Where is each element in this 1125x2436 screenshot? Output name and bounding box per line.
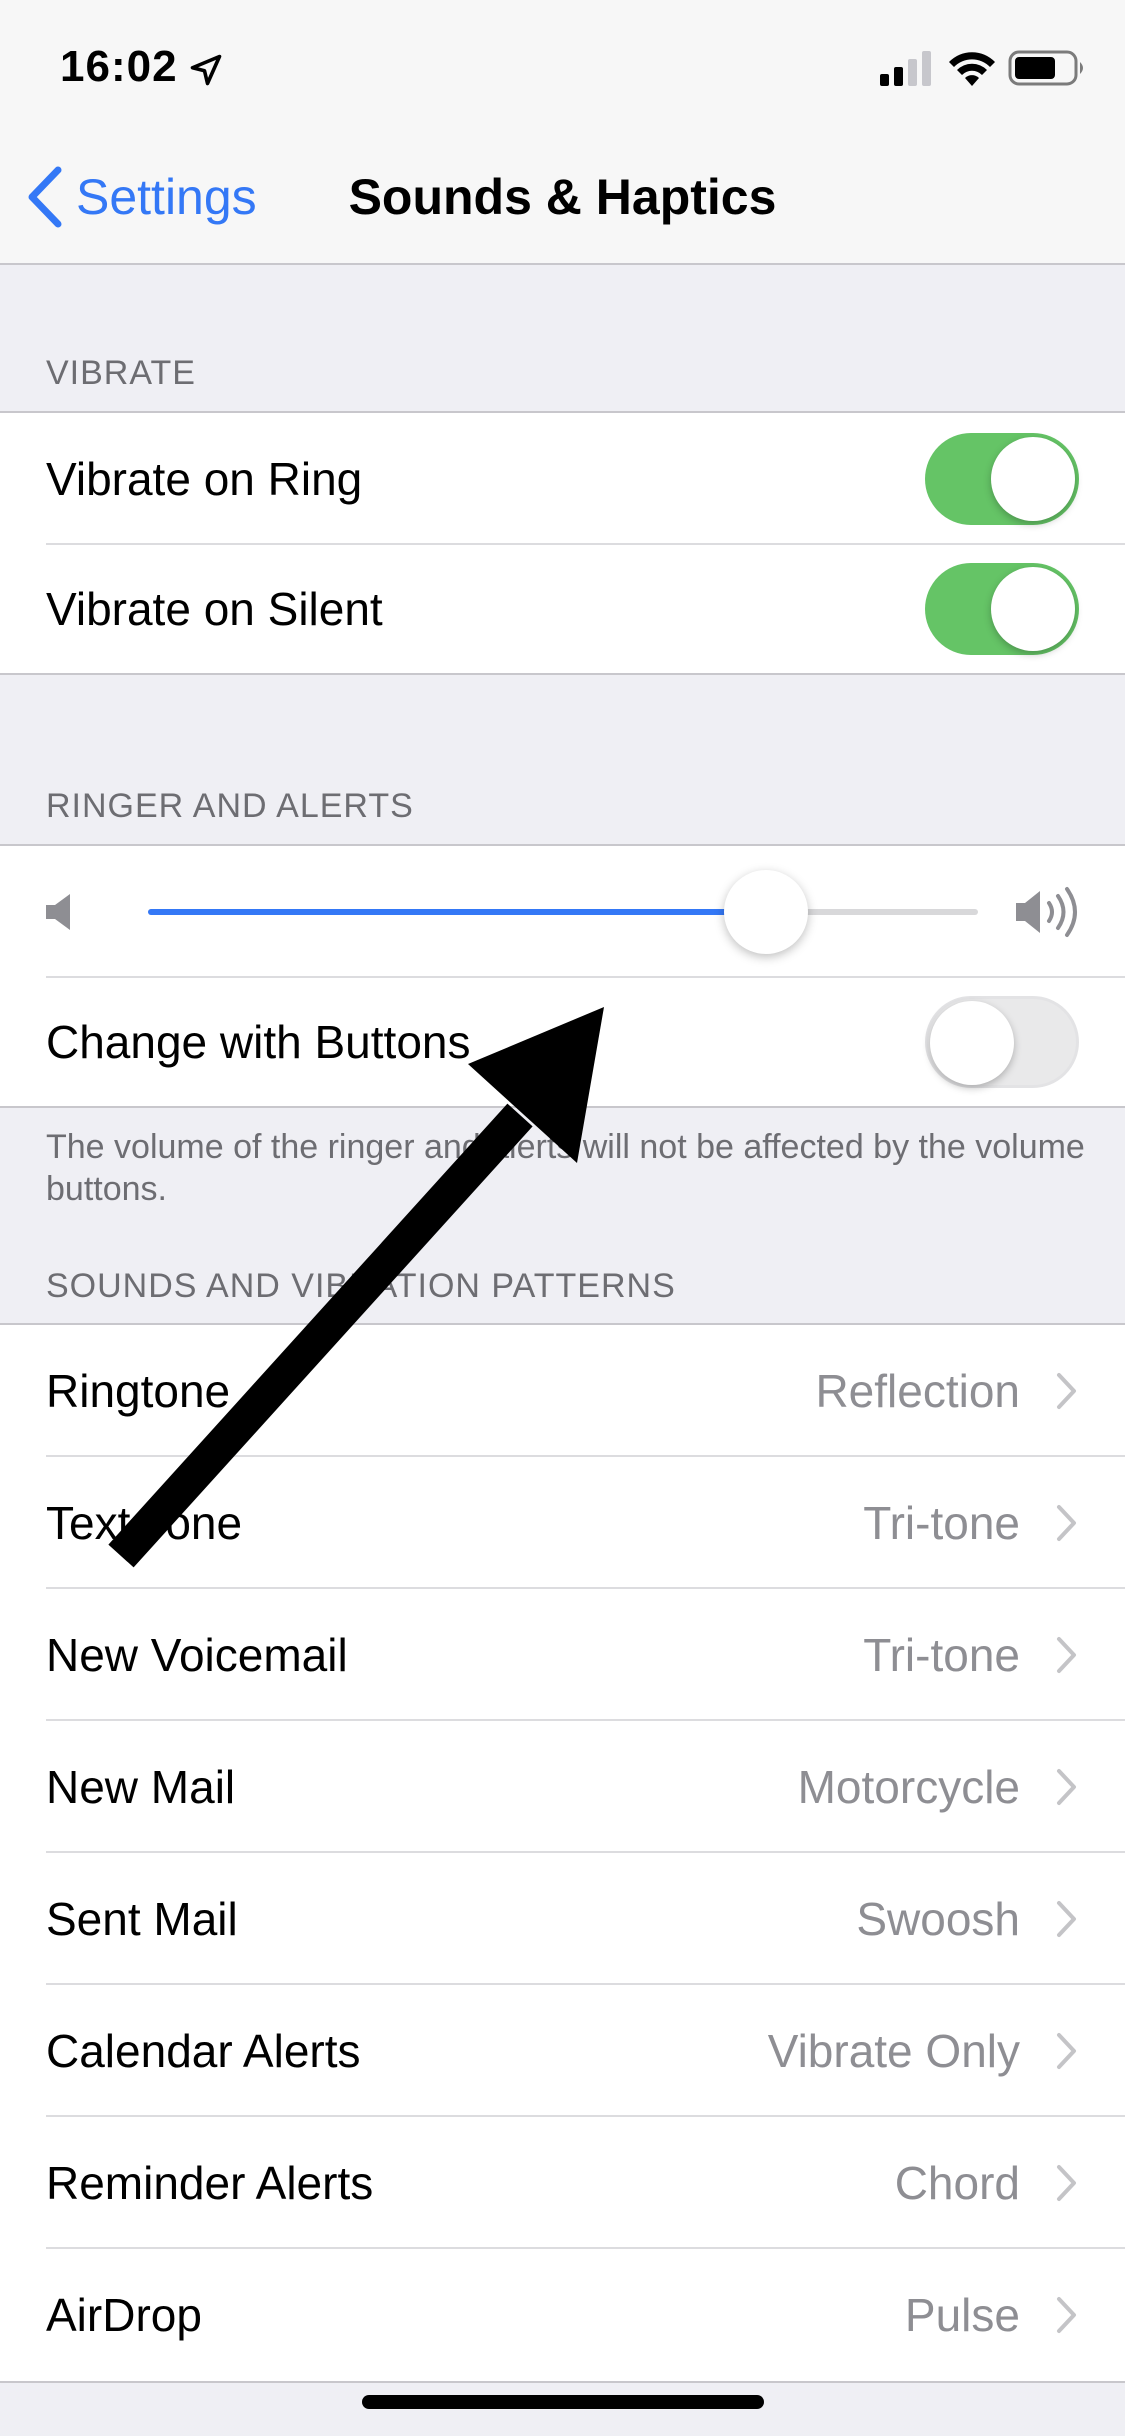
ringer-footer-note: The volume of the ringer and alerts will… (46, 1128, 1085, 1208)
status-time: 16:02 (60, 42, 178, 91)
chevron-right-icon (1057, 1505, 1076, 1541)
vibrate-on-ring-row: Vibrate on Ring (0, 413, 1125, 545)
section-header-ringer: RINGER AND ALERTS (46, 787, 414, 825)
vibrate-group: Vibrate on Ring Vibrate on Silent (0, 411, 1125, 675)
change-with-buttons-row: Change with Buttons (0, 976, 1125, 1108)
row-value: Tri-tone (863, 1497, 1020, 1549)
volume-slider-fill (148, 909, 767, 915)
toggle-knob (991, 567, 1075, 651)
row-value: Swoosh (856, 1893, 1020, 1945)
row-label: New Mail (46, 1761, 236, 1813)
location-arrow-icon (190, 54, 222, 86)
row-label: Sent Mail (46, 1893, 238, 1945)
speaker-low-icon (46, 894, 70, 930)
row-value: Vibrate Only (767, 2025, 1020, 2077)
toggle-knob (991, 437, 1075, 521)
row-value: Tri-tone (863, 1629, 1020, 1681)
list-item-sent-mail[interactable]: Sent Mail Swoosh (0, 1853, 1125, 1985)
volume-slider-thumb[interactable] (724, 870, 809, 954)
section-header-patterns: SOUNDS AND VIBRATION PATTERNS (46, 1267, 676, 1305)
list-item-new-voicemail[interactable]: New Voicemail Tri-tone (0, 1589, 1125, 1721)
vibrate-on-silent-row: Vibrate on Silent (0, 543, 1125, 675)
chevron-right-icon (1057, 1637, 1076, 1673)
toggle-knob (930, 1001, 1014, 1085)
row-value: Chord (894, 2157, 1020, 2209)
navigation-bar: Settings Sounds & Haptics (0, 132, 1125, 265)
section-header-vibrate: VIBRATE (46, 354, 196, 392)
wifi-icon (949, 52, 995, 86)
chevron-right-icon (1057, 1373, 1076, 1409)
patterns-group: Ringtone Reflection Text Tone Tri-tone N… (0, 1323, 1125, 2383)
speaker-high-icon (1016, 887, 1077, 937)
chevron-right-icon (1057, 1901, 1076, 1937)
battery-icon (1008, 50, 1083, 86)
list-item-ringtone[interactable]: Ringtone Reflection (0, 1325, 1125, 1457)
row-label: Vibrate on Ring (46, 453, 363, 505)
row-label: Calendar Alerts (46, 2025, 361, 2077)
page-title: Sounds & Haptics (348, 169, 777, 225)
ringer-group: Change with Buttons (0, 844, 1125, 1108)
volume-slider-row (0, 846, 1125, 978)
row-value: Motorcycle (797, 1761, 1020, 1813)
row-label: Ringtone (46, 1365, 231, 1417)
list-item-reminder-alerts[interactable]: Reminder Alerts Chord (0, 2117, 1125, 2249)
row-value: Reflection (815, 1365, 1020, 1417)
row-label: Change with Buttons (46, 1016, 471, 1068)
list-item-text-tone[interactable]: Text Tone Tri-tone (0, 1457, 1125, 1589)
vibrate-on-silent-toggle[interactable] (925, 563, 1079, 655)
list-item-new-mail[interactable]: New Mail Motorcycle (0, 1721, 1125, 1853)
row-label: Text Tone (46, 1497, 243, 1549)
chevron-right-icon (1057, 2297, 1076, 2333)
row-value: Pulse (904, 2289, 1020, 2341)
list-item-calendar-alerts[interactable]: Calendar Alerts Vibrate Only (0, 1985, 1125, 2117)
chevron-right-icon (1057, 2165, 1076, 2201)
row-label: AirDrop (46, 2289, 202, 2341)
chevron-right-icon (1057, 2033, 1076, 2069)
chevron-right-icon (1057, 1769, 1076, 1805)
change-with-buttons-toggle[interactable] (925, 996, 1079, 1088)
volume-slider[interactable] (148, 870, 978, 954)
vibrate-on-ring-toggle[interactable] (925, 433, 1079, 525)
row-label: New Voicemail (46, 1629, 348, 1681)
row-label: Reminder Alerts (46, 2157, 374, 2209)
status-bar: 16:02 (0, 0, 1125, 132)
cellular-signal-icon (880, 51, 931, 86)
home-indicator (362, 2395, 764, 2409)
list-item-airdrop[interactable]: AirDrop Pulse (0, 2249, 1125, 2381)
row-label: Vibrate on Silent (46, 583, 383, 635)
